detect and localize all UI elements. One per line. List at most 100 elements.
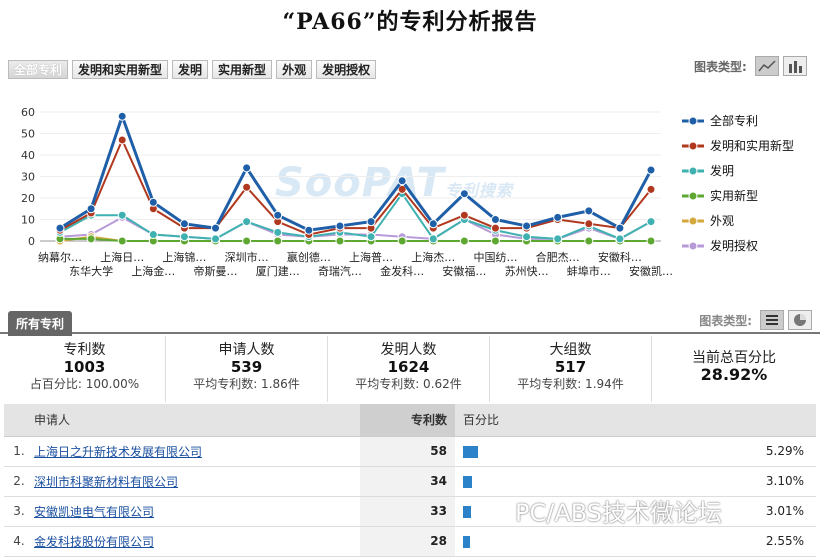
- table-row: 4. 金发科技股份有限公司 28 2.55%: [4, 526, 816, 557]
- data-point: [397, 236, 407, 246]
- x-tick-label: 金发科…: [380, 264, 424, 278]
- data-point: [584, 236, 594, 246]
- y-tick-label: 60: [21, 106, 35, 119]
- legend-label: 发明和实用新型: [710, 139, 795, 153]
- data-point: [646, 217, 656, 227]
- legend-item[interactable]: 发明: [682, 158, 794, 183]
- data-point: [459, 210, 469, 220]
- data-point: [553, 212, 563, 222]
- data-point: [117, 111, 127, 121]
- count-header[interactable]: 专利数: [360, 404, 455, 437]
- percent-bar-cell: [455, 466, 736, 497]
- data-point: [148, 197, 158, 207]
- data-point: [428, 219, 438, 229]
- data-point: [242, 236, 252, 246]
- tab-5[interactable]: 发明授权: [316, 60, 377, 79]
- percent-cell: 2.55%: [736, 526, 816, 557]
- legend-item[interactable]: 实用新型: [682, 183, 794, 208]
- data-point: [242, 163, 252, 173]
- tab-all-patents[interactable]: 所有专利: [8, 311, 73, 336]
- x-tick-label: 帝斯曼…: [194, 264, 238, 278]
- legend-swatch-icon: [682, 216, 704, 225]
- stat-value: 517: [554, 358, 587, 376]
- bar-chart-icon: [788, 61, 802, 73]
- line-chart-button[interactable]: [754, 56, 779, 76]
- chart-type-switcher: 图表类型:: [694, 56, 807, 76]
- stat-value: 1003: [63, 358, 106, 376]
- percent-bar: [463, 535, 470, 548]
- x-tick-label: 苏州快…: [505, 265, 549, 278]
- stat-sub: 平均专利数: 1.94件: [517, 377, 624, 391]
- x-tick-label: 安徽福…: [442, 264, 486, 278]
- applicant-header[interactable]: 申请人: [34, 404, 360, 437]
- tab-0[interactable]: 全部专利: [8, 60, 69, 79]
- x-tick-label: 上海杰…: [411, 250, 455, 264]
- percent-bar: [463, 445, 478, 458]
- percent-bar-cell: [455, 436, 736, 467]
- stat-card: 发明人数 1624 平均专利数: 0.62件: [328, 336, 490, 402]
- applicant-link[interactable]: 深圳市科聚新材料有限公司: [34, 475, 178, 489]
- tab-3[interactable]: 实用新型: [212, 60, 273, 79]
- legend-item[interactable]: 全部专利: [682, 108, 794, 133]
- legend-item[interactable]: 发明和实用新型: [682, 133, 794, 158]
- percent-bar: [463, 475, 472, 488]
- tab-2[interactable]: 发明: [172, 60, 209, 79]
- legend-label: 外观: [710, 214, 735, 228]
- percent-bar: [463, 505, 471, 518]
- x-tick-label: 安徽科…: [598, 250, 642, 264]
- data-point: [584, 219, 594, 229]
- data-point: [273, 227, 283, 237]
- applicant-cell: 上海日之升新技术发展有限公司: [34, 436, 360, 467]
- data-point: [179, 232, 189, 242]
- applicant-link[interactable]: 上海日之升新技术发展有限公司: [34, 445, 202, 459]
- applicant-cell: 金发科技股份有限公司: [34, 526, 360, 557]
- percent-header: 百分比: [455, 404, 816, 437]
- data-point: [179, 219, 189, 229]
- data-point: [459, 189, 469, 199]
- data-point: [490, 215, 500, 224]
- x-tick-label: 纳幕尔…: [38, 250, 82, 264]
- pie-view-button[interactable]: [788, 310, 812, 330]
- index-header: [4, 404, 34, 437]
- list-view-button[interactable]: [760, 310, 784, 330]
- y-tick-label: 0: [28, 235, 35, 248]
- legend-label: 实用新型: [710, 189, 759, 203]
- x-tick-label: 奇瑞汽…: [318, 264, 362, 278]
- stat-heading: 申请人数: [218, 342, 275, 358]
- chart-legend: 全部专利发明和实用新型发明实用新型外观发明授权: [682, 108, 794, 258]
- x-tick-label: 中国纺…: [473, 250, 517, 264]
- patent-line-chart: 0 10 20 30 40 50 60 纳幕尔…东华大学上海日…上海金…上海锦…帝斯曼…深圳市…: [21, 106, 673, 278]
- x-tick-label: 合肥杰…: [536, 250, 580, 264]
- wechat-watermark: PC/ABS技术微论坛: [515, 499, 723, 527]
- legend-swatch-icon: [682, 141, 704, 150]
- stat-value: 1624: [387, 358, 430, 376]
- stats-summary: 专利数 1003 占百分比: 100.00% 申请人数 539 平均专利数: 1.86件发…: [4, 336, 816, 402]
- tab-1[interactable]: 发明和实用新型: [72, 60, 169, 79]
- data-point: [522, 221, 532, 231]
- data-point: [615, 234, 625, 244]
- x-tick-label: 厦门建…: [256, 264, 300, 278]
- legend-swatch-icon: [682, 166, 704, 175]
- stat-heading: 大组数: [549, 342, 592, 358]
- x-tick-label: 深圳市…: [225, 250, 269, 264]
- legend-item[interactable]: 外观: [682, 208, 794, 233]
- applicant-link[interactable]: 安徽凯迪电气有限公司: [34, 505, 154, 519]
- data-point: [304, 225, 314, 235]
- data-point: [273, 236, 283, 246]
- bar-chart-button[interactable]: [782, 56, 807, 76]
- y-tick-label: 40: [21, 149, 35, 162]
- data-point: [117, 135, 127, 145]
- data-point: [86, 204, 96, 214]
- count-cell: 34: [360, 466, 455, 497]
- percent-cell: 3.10%: [736, 466, 816, 497]
- x-tick-label: 东华大学: [69, 264, 113, 278]
- list-icon: [766, 315, 778, 325]
- data-point: [117, 210, 127, 220]
- data-point: [428, 234, 438, 244]
- applicant-link[interactable]: 金发科技股份有限公司: [34, 535, 154, 549]
- y-tick-label: 20: [21, 192, 35, 205]
- tab-4[interactable]: 外观: [276, 60, 313, 79]
- data-point: [242, 217, 252, 227]
- legend-item[interactable]: 发明授权: [682, 233, 794, 258]
- data-point: [55, 223, 65, 233]
